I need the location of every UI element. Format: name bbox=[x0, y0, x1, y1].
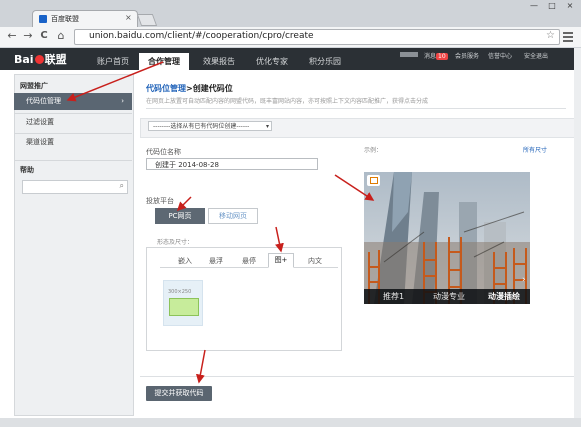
browser-menu-icon[interactable] bbox=[563, 30, 573, 42]
tab-inline[interactable]: 内文 bbox=[308, 256, 322, 266]
tab-image-plus[interactable]: 图+ bbox=[268, 253, 294, 268]
credit-center-link[interactable]: 信誉中心 bbox=[488, 51, 512, 60]
close-window-button[interactable]: × bbox=[563, 1, 577, 11]
platform-pc-button[interactable]: PC网页 bbox=[155, 208, 205, 224]
home-button[interactable]: ⌂ bbox=[55, 29, 67, 43]
platform-mobile-button[interactable]: 移动网页 bbox=[208, 208, 258, 224]
breadcrumb-link[interactable]: 代码位管理 bbox=[146, 84, 186, 93]
maximize-button[interactable]: □ bbox=[545, 1, 559, 11]
all-sizes-link[interactable]: 所有尺寸 bbox=[523, 145, 547, 154]
search-icon[interactable]: ⌕ bbox=[120, 181, 124, 191]
size-option-300x250[interactable]: 300×250 bbox=[163, 280, 203, 326]
platform-label: 投放平台 bbox=[146, 197, 174, 205]
sidebar-item-channel[interactable]: 渠道设置 bbox=[14, 134, 132, 151]
divider bbox=[14, 160, 132, 161]
help-search-input[interactable]: ⌕ bbox=[22, 180, 128, 194]
tab-hover[interactable]: 悬停 bbox=[242, 256, 256, 266]
sidebar-item-filter[interactable]: 过滤设置 bbox=[14, 114, 132, 131]
next-arrow-icon[interactable]: › bbox=[522, 275, 526, 285]
divider bbox=[140, 376, 574, 377]
example-preview-image bbox=[364, 172, 530, 304]
paw-icon bbox=[34, 55, 44, 64]
member-service-link[interactable]: 会员服务 bbox=[455, 51, 479, 60]
nav-cooperation[interactable]: 合作管理 bbox=[139, 53, 189, 70]
annotation-arrow bbox=[195, 349, 206, 384]
sidebar-section-title: 网盟推广 bbox=[20, 82, 48, 90]
chevron-down-icon: ▾ bbox=[265, 123, 269, 130]
message-link[interactable]: 消息 10 bbox=[424, 51, 448, 60]
style-label: 形态及尺寸： bbox=[157, 239, 194, 246]
breadcrumb-current: >创建代码位 bbox=[186, 84, 233, 93]
page-description: 在网页上放置可自动匹配内容的网盟代码，既丰富网站内容，亦可按照上下文内容匹配推广… bbox=[146, 98, 429, 105]
name-input[interactable]: 创建于 2014-08-28 bbox=[146, 158, 318, 170]
tab-close-icon[interactable]: × bbox=[125, 13, 132, 22]
corner-image-icon[interactable] bbox=[367, 175, 380, 186]
nav-account-home[interactable]: 账户首页 bbox=[97, 56, 129, 67]
sidebar-item-code-management[interactable]: 代码位管理 › bbox=[14, 93, 132, 110]
browser-tab[interactable]: 百度联盟 × bbox=[32, 10, 138, 27]
tab-float[interactable]: 悬浮 bbox=[209, 256, 223, 266]
chevron-right-icon: › bbox=[121, 97, 124, 105]
sidebar-item-label: 代码位管理 bbox=[26, 97, 61, 105]
submit-button[interactable]: 提交并获取代码 bbox=[146, 386, 212, 401]
help-title: 帮助 bbox=[20, 166, 34, 174]
preview-caption-1[interactable]: 推荐1 bbox=[383, 291, 404, 302]
forward-button[interactable]: → bbox=[22, 29, 34, 43]
cityscape-illustration bbox=[364, 172, 530, 304]
divider bbox=[146, 108, 566, 109]
reload-button[interactable]: C bbox=[38, 29, 50, 43]
size-preview-image bbox=[169, 298, 199, 316]
vertical-scrollbar[interactable] bbox=[574, 48, 581, 427]
baidu-union-logo[interactable]: Bai 联盟 bbox=[14, 51, 67, 67]
message-count-badge: 10 bbox=[436, 53, 448, 60]
name-label: 代码位名称 bbox=[146, 148, 181, 156]
url-text: union.baidu.com/client/#/cooperation/cpr… bbox=[89, 31, 314, 41]
preview-caption-3[interactable]: 动漫插绘 bbox=[488, 291, 520, 302]
template-select[interactable]: --------选择从有已有代码位创建------ ▾ bbox=[148, 121, 272, 131]
size-label: 300×250 bbox=[168, 289, 192, 295]
tab-embed[interactable]: 嵌入 bbox=[178, 256, 192, 266]
nav-optimizer[interactable]: 优化专家 bbox=[256, 56, 288, 67]
horizontal-scrollbar[interactable] bbox=[0, 418, 581, 427]
bookmark-star-icon[interactable]: ☆ bbox=[546, 30, 555, 41]
user-name bbox=[400, 51, 418, 58]
address-bar[interactable]: union.baidu.com/client/#/cooperation/cpr… bbox=[74, 29, 560, 45]
preview-caption-2[interactable]: 动漫专业 bbox=[433, 291, 465, 302]
back-button[interactable]: ← bbox=[6, 29, 18, 43]
tab-title: 百度联盟 bbox=[51, 15, 79, 23]
example-label: 示例： bbox=[364, 147, 383, 154]
logout-link[interactable]: 安全退出 bbox=[524, 51, 548, 60]
nav-points[interactable]: 积分乐园 bbox=[309, 56, 341, 67]
minimize-button[interactable]: — bbox=[527, 1, 541, 11]
breadcrumb: 代码位管理>创建代码位 bbox=[146, 83, 233, 94]
favicon-icon bbox=[39, 15, 47, 23]
nav-report[interactable]: 效果报告 bbox=[203, 56, 235, 67]
